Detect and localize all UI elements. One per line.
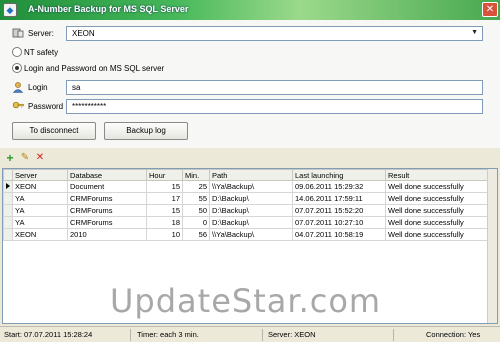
column-header[interactable]: Last launching [292, 169, 386, 181]
column-header[interactable]: Hour [146, 169, 183, 181]
cell-path: D:\Backup\ [209, 192, 293, 205]
status-divider [130, 329, 131, 341]
cell-path: \\Ya\Backup\ [209, 180, 293, 193]
cell-path: D:\Backup\ [209, 216, 293, 229]
server-icon [12, 28, 24, 38]
cell-hour: 15 [146, 204, 183, 217]
cell-last-launching: 07.07.2011 15:52:20 [292, 204, 386, 217]
connection-form: Server: XEON ▼ NT safety Login and Passw… [0, 20, 500, 148]
login-label: Login [28, 83, 48, 92]
table-header-row: Server Database Hour Min. Path Last laun… [3, 169, 489, 181]
cell-min: 50 [182, 204, 210, 217]
cell-last-launching: 09.06.2011 15:29:32 [292, 180, 386, 193]
cell-last-launching: 04.07.2011 10:58:19 [292, 228, 386, 241]
backup-log-button[interactable]: Backup log [104, 122, 188, 140]
edit-icon[interactable]: ✎ [19, 152, 31, 164]
cell-hour: 10 [146, 228, 183, 241]
cell-hour: 17 [146, 192, 183, 205]
column-header[interactable]: Min. [182, 169, 210, 181]
app-icon: ◆ [3, 3, 17, 17]
cell-database: CRMForums [67, 204, 147, 217]
login-input[interactable]: sa [66, 80, 483, 95]
cell-result: Well done successfully [385, 180, 489, 193]
row-indicator [3, 216, 13, 229]
password-label: Password [28, 102, 64, 111]
cell-result: Well done successfully [385, 192, 489, 205]
table-row[interactable]: XEON 2010 10 56 \\Ya\Backup\ 04.07.2011 … [3, 228, 489, 241]
cell-min: 56 [182, 228, 210, 241]
delete-icon[interactable]: ✕ [34, 152, 46, 164]
cell-min: 0 [182, 216, 210, 229]
cell-path: D:\Backup\ [209, 204, 293, 217]
cell-result: Well done successfully [385, 228, 489, 241]
status-server: Server: XEON [268, 330, 316, 339]
cell-server: YA [12, 216, 68, 229]
status-start: Start: 07.07.2011 15:28:24 [4, 330, 93, 339]
row-indicator [3, 228, 13, 241]
cell-last-launching: 07.07.2011 10:27:10 [292, 216, 386, 229]
cell-path: \\Ya\Backup\ [209, 228, 293, 241]
server-dropdown[interactable]: XEON ▼ [66, 26, 483, 41]
password-input[interactable]: *********** [66, 99, 483, 114]
status-bar: Start: 07.07.2011 15:28:24 Timer: each 3… [0, 326, 500, 342]
cell-result: Well done successfully [385, 204, 489, 217]
cell-last-launching: 14.06.2011 17:59:11 [292, 192, 386, 205]
window-title: A-Number Backup for MS SQL Server [28, 4, 189, 14]
column-header[interactable]: Database [67, 169, 147, 181]
watermark: UpdateStar.com [110, 282, 382, 320]
key-icon [12, 101, 24, 109]
table-row[interactable]: YA CRMForums 18 0 D:\Backup\ 07.07.2011 … [3, 216, 489, 229]
cell-hour: 15 [146, 180, 183, 193]
vertical-scrollbar[interactable] [487, 169, 497, 323]
login-password-radio[interactable] [12, 63, 22, 73]
row-indicator [3, 204, 13, 217]
app-window: ◆ A-Number Backup for MS SQL Server ✕ Se… [0, 0, 500, 342]
nt-safety-label: NT safety [24, 48, 59, 57]
nt-safety-radio[interactable] [12, 47, 22, 57]
column-header[interactable]: Result [385, 169, 489, 181]
cell-result: Well done successfully [385, 216, 489, 229]
cell-database: Document [67, 180, 147, 193]
add-icon[interactable]: + [4, 152, 16, 164]
status-divider [262, 329, 263, 341]
login-password-label: Login and Password on MS SQL server [24, 64, 165, 73]
table-row[interactable]: XEON Document 15 25 \\Ya\Backup\ 09.06.2… [3, 180, 489, 193]
cell-server: YA [12, 192, 68, 205]
cell-database: CRMForums [67, 216, 147, 229]
toolbar: + ✎ ✕ [0, 150, 500, 168]
status-connection: Connection: Yes [426, 330, 481, 339]
close-button[interactable]: ✕ [482, 2, 498, 17]
row-indicator [3, 192, 13, 205]
table-row[interactable]: YA CRMForums 15 50 D:\Backup\ 07.07.2011… [3, 204, 489, 217]
user-icon [12, 82, 24, 93]
cell-server: YA [12, 204, 68, 217]
column-header[interactable]: Server [12, 169, 68, 181]
title-bar[interactable]: ◆ A-Number Backup for MS SQL Server ✕ [0, 0, 500, 20]
cell-hour: 18 [146, 216, 183, 229]
table-row[interactable]: YA CRMForums 17 55 D:\Backup\ 14.06.2011… [3, 192, 489, 205]
server-label: Server: [28, 29, 54, 38]
column-header[interactable]: Path [209, 169, 293, 181]
row-selector-icon [3, 180, 13, 193]
cell-min: 25 [182, 180, 210, 193]
cell-server: XEON [12, 228, 68, 241]
cell-database: 2010 [67, 228, 147, 241]
cell-server: XEON [12, 180, 68, 193]
server-value: XEON [72, 29, 95, 38]
disconnect-button[interactable]: To disconnect [12, 122, 96, 140]
status-divider [393, 329, 394, 341]
cell-database: CRMForums [67, 192, 147, 205]
row-indicator-header [3, 169, 13, 181]
chevron-down-icon[interactable]: ▼ [471, 29, 478, 36]
cell-min: 55 [182, 192, 210, 205]
status-timer: Timer: each 3 min. [137, 330, 199, 339]
